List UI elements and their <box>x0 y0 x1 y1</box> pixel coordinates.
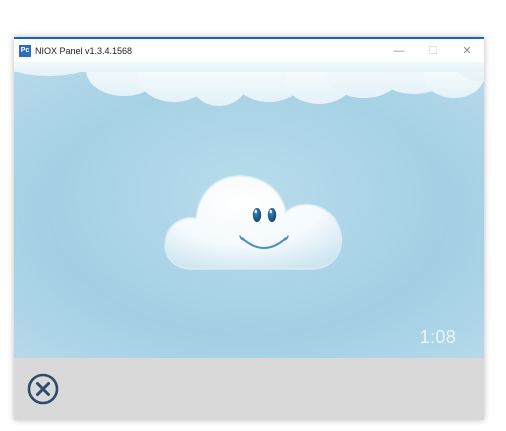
app-window: Pc NIOX Panel v1.3.4.1568 — ☐ ✕ 1:08 <box>14 37 484 420</box>
bottom-bar <box>14 358 484 420</box>
close-circle-icon <box>27 373 59 405</box>
close-window-button[interactable]: ✕ <box>450 39 484 62</box>
right-eye <box>267 208 277 222</box>
animation-panel: 1:08 <box>14 62 484 358</box>
left-eye <box>252 208 262 222</box>
minimize-button[interactable]: — <box>382 39 416 62</box>
app-icon: Pc <box>19 44 31 57</box>
window-controls: — ☐ ✕ <box>382 39 484 62</box>
window-title: NIOX Panel v1.3.4.1568 <box>35 45 133 56</box>
maximize-button[interactable]: ☐ <box>416 39 450 62</box>
countdown-timer: 1:08 <box>419 327 456 347</box>
cancel-button[interactable] <box>27 373 59 405</box>
cloud-scene <box>14 62 484 358</box>
title-bar[interactable]: Pc NIOX Panel v1.3.4.1568 — ☐ ✕ <box>14 39 484 62</box>
